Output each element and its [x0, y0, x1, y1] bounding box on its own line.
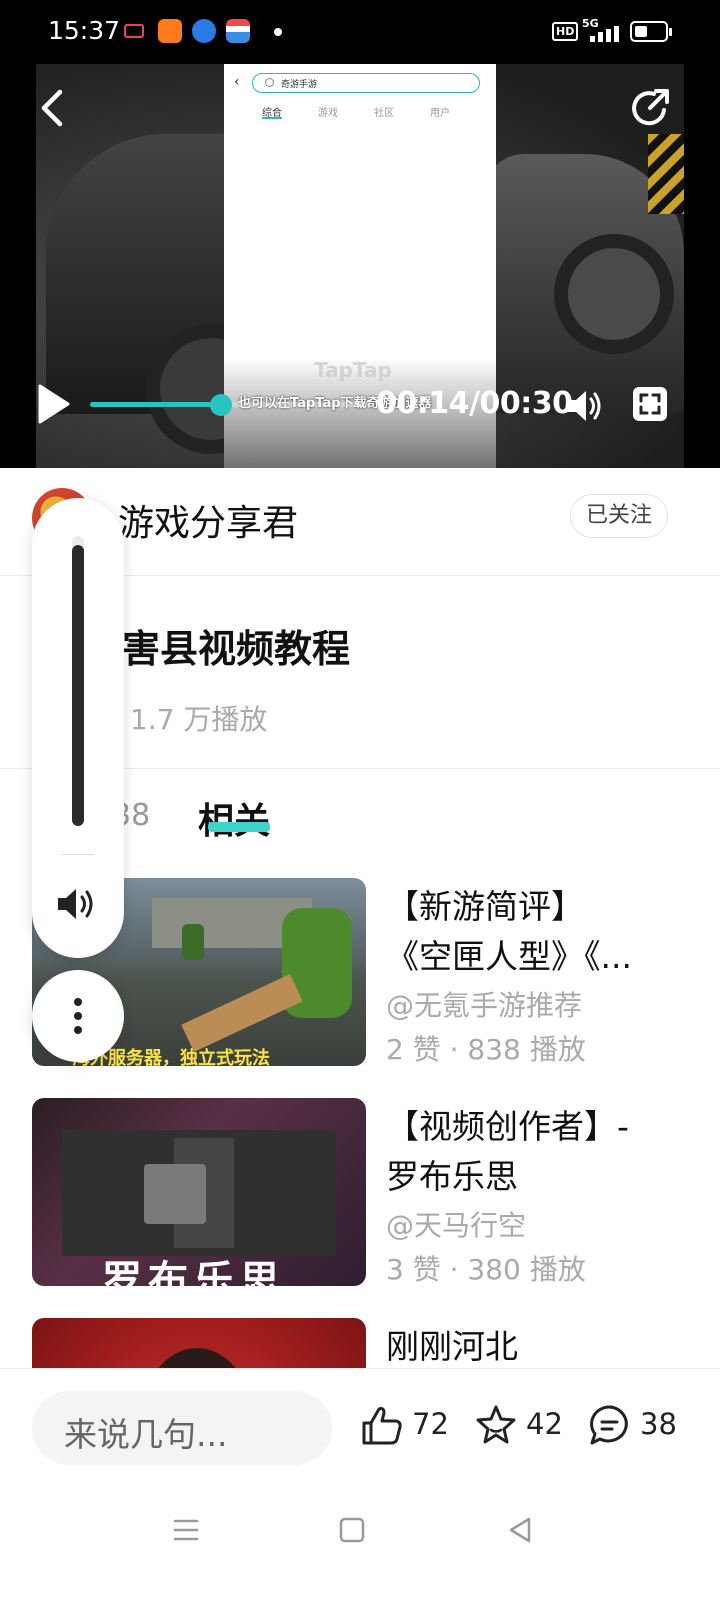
fullscreen-icon[interactable]	[632, 386, 668, 422]
battery-icon	[630, 21, 672, 42]
status-time: 15:37	[48, 16, 121, 45]
related-title[interactable]: 刚刚河北	[386, 1322, 686, 1368]
video-app-icon	[124, 24, 144, 38]
share-icon[interactable]	[628, 86, 672, 130]
video-play-count: 1.7 万播放	[130, 703, 268, 736]
in-video-tab: 用户	[430, 108, 450, 119]
system-nav-bar	[0, 1484, 720, 1612]
author-name[interactable]: 游戏分享君	[118, 494, 298, 546]
volume-icon[interactable]	[56, 886, 100, 922]
video-thumbnail[interactable]: 罗布乐思	[32, 1098, 366, 1286]
video-thumbnail[interactable]	[32, 1318, 366, 1368]
taptap-watermark: TapTap	[314, 358, 392, 382]
signal-icon	[590, 26, 620, 42]
related-stats: 2 赞 · 838 播放	[386, 1033, 586, 1066]
back-arrow-icon[interactable]	[36, 88, 66, 128]
favorite-count: 42	[526, 1407, 563, 1441]
tab-active-indicator	[208, 822, 270, 832]
taobao-app-icon	[158, 19, 182, 43]
related-item[interactable]: 罗布乐思 【视频创作者】- 罗布乐思 @天马行空 3 赞 · 380 播放	[32, 1098, 688, 1288]
related-title[interactable]: 【新游简评】 《空匣人型》《...	[386, 882, 686, 982]
tab-related[interactable]: 相关	[198, 792, 270, 844]
menu-icon[interactable]	[168, 1512, 204, 1548]
in-video-tab: 游戏	[318, 108, 338, 119]
star-icon	[476, 1405, 516, 1444]
status-bar: 15:37 HD 5G	[0, 0, 720, 64]
related-title-line: 罗布乐思	[386, 1157, 518, 1196]
back-triangle-icon[interactable]	[502, 1512, 538, 1548]
video-title: 害县视频教程	[122, 627, 351, 671]
bottom-action-bar: 来说几句... 72 42 38	[0, 1368, 720, 1484]
volume-track[interactable]	[72, 536, 84, 826]
hd-indicator: HD	[552, 22, 579, 41]
progress-fill	[90, 402, 221, 407]
divider	[62, 854, 94, 855]
volume-slider-panel[interactable]	[32, 498, 124, 958]
volume-fill	[72, 544, 84, 826]
comment-icon	[590, 1405, 628, 1445]
related-title-line: 《空匣人型》《...	[386, 937, 632, 976]
progress-bar[interactable]	[90, 394, 370, 416]
progress-knob[interactable]	[209, 394, 232, 416]
related-author[interactable]: @无氪手游推荐	[386, 984, 582, 1024]
related-author[interactable]: @天马行空	[386, 1204, 526, 1244]
like-count: 72	[412, 1407, 449, 1441]
related-stats: 3 赞 · 380 播放	[386, 1253, 586, 1286]
in-video-tab: 社区	[374, 108, 394, 119]
notification-dot	[274, 28, 282, 36]
comment-count: 38	[640, 1407, 677, 1441]
related-item[interactable]: 海外服务器，独立式玩法 【新游简评】 《空匣人型》《... @无氪手游推荐 2 …	[32, 878, 688, 1068]
video-player[interactable]: ‹ 奇游手游 综合 游戏 社区 用户 TapTap 也可以在TapTap下载奇游…	[0, 64, 720, 468]
timecode: 00:14/00:30	[376, 386, 573, 421]
play-icon[interactable]	[36, 382, 72, 426]
in-video-search-bar: 奇游手游	[252, 73, 480, 93]
home-square-icon[interactable]	[334, 1512, 370, 1548]
k-app-icon	[192, 19, 216, 43]
wallet-app-icon	[226, 19, 250, 43]
volume-icon[interactable]	[564, 386, 604, 426]
in-video-tab: 综合	[262, 108, 282, 119]
related-title-line: 【视频创作者】-	[386, 1107, 629, 1146]
follow-button[interactable]: 已关注	[570, 494, 668, 538]
related-title[interactable]: 【视频创作者】- 罗布乐思	[386, 1102, 686, 1202]
related-title-line: 刚刚河北	[386, 1327, 518, 1366]
comment-input[interactable]: 来说几句...	[32, 1391, 332, 1465]
more-vertical-icon[interactable]	[32, 970, 124, 1062]
related-title-line: 【新游简评】	[386, 887, 584, 926]
thumbs-up-icon	[362, 1407, 402, 1445]
related-item[interactable]: 刚刚河北	[32, 1318, 688, 1368]
